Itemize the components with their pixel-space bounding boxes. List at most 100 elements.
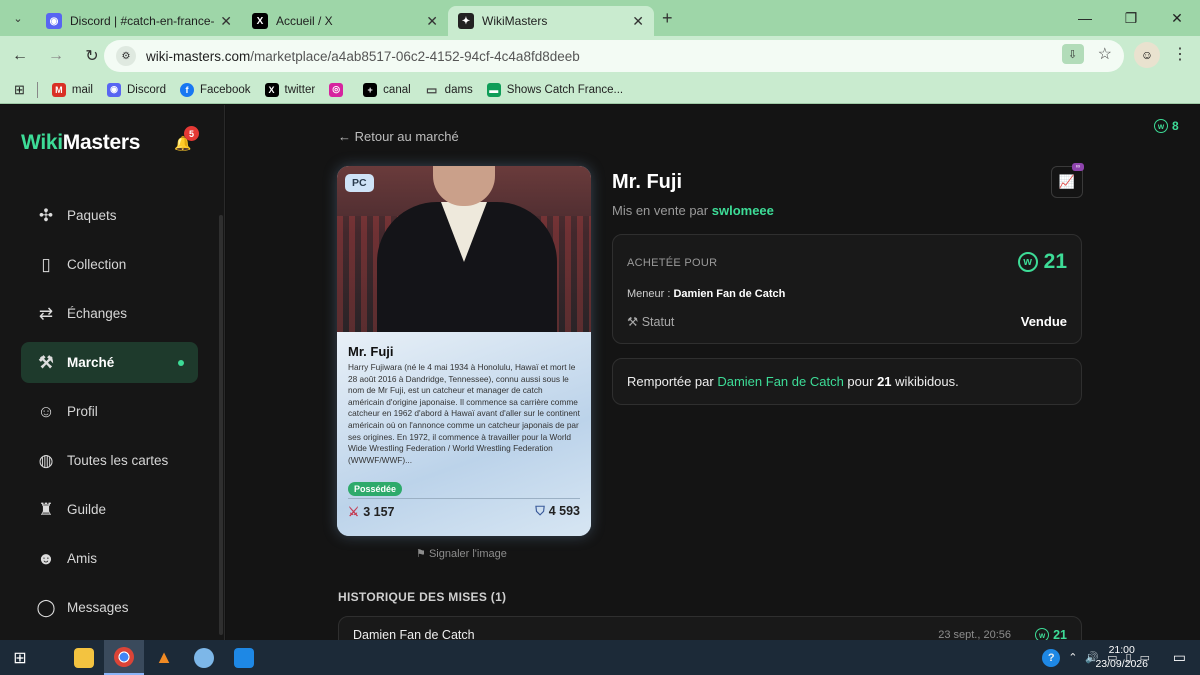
report-image-link[interactable]: ⚑ Signaler l'image: [416, 547, 507, 560]
menu-kebab-icon[interactable]: ⋮: [1172, 44, 1188, 64]
chrome-icon[interactable]: [104, 640, 144, 675]
forward-arrow-icon[interactable]: →: [40, 47, 72, 65]
site-info-icon[interactable]: ⚙: [116, 46, 136, 66]
back-arrow-icon[interactable]: ←: [4, 47, 36, 65]
tab-discord[interactable]: ◉ Discord | #catch-en-france-gene ✕: [36, 6, 242, 36]
chat-icon: ◯: [36, 597, 56, 617]
install-app-icon[interactable]: ⇩: [1061, 44, 1084, 64]
sidebar-item-messages[interactable]: ◯ Messages: [21, 587, 198, 628]
browser-toolbar: ← → ↻ ⚙ wiki-masters.com/marketplace/a4a…: [0, 36, 1200, 76]
sidebar-item-label: Paquets: [67, 208, 117, 223]
sidebar-item-guilde[interactable]: ♜ Guilde: [21, 489, 198, 530]
bookmark-facebook[interactable]: f Facebook: [179, 82, 251, 97]
store-icon[interactable]: [224, 640, 264, 675]
windows-start-icon[interactable]: ⊞: [0, 640, 40, 675]
tab-title: Accueil / X: [276, 14, 333, 28]
bookmark-shows[interactable]: ▬ Shows Catch France...: [486, 82, 623, 97]
bookmark-star-icon[interactable]: ☆: [1098, 44, 1112, 64]
meneur-line: Meneur : Damien Fan de Catch: [627, 288, 785, 300]
chevron-up-icon[interactable]: ⌃: [1068, 651, 1077, 664]
url-domain: wiki-masters.com: [146, 48, 251, 64]
winner-link[interactable]: Damien Fan de Catch: [717, 374, 843, 389]
close-window-button[interactable]: ✕: [1154, 10, 1200, 27]
instagram-icon: ◎: [329, 82, 344, 97]
castle-icon: ♜: [38, 499, 54, 519]
sidebar-item-amis[interactable]: ☻ Amis: [21, 538, 198, 579]
notifications-icon[interactable]: ▭: [1173, 649, 1186, 666]
seller-link[interactable]: swlomeee: [712, 203, 774, 218]
profile-avatar[interactable]: ☺: [1134, 42, 1160, 68]
sidebar-item-label: Messages: [67, 600, 129, 615]
address-bar[interactable]: ⚙ wiki-masters.com/marketplace/a4ab8517-…: [104, 40, 1124, 72]
sidebar-item-label: Échanges: [67, 306, 128, 321]
apps-grid-icon[interactable]: ⊞: [14, 82, 25, 98]
file-explorer-icon[interactable]: [64, 640, 104, 675]
help-icon[interactable]: ?: [1042, 648, 1061, 667]
defense-stat: ⛉ 4 593: [535, 504, 580, 519]
system-clock[interactable]: 21:00 23/09/2026: [1095, 643, 1148, 671]
bookmark-label: Discord: [127, 83, 166, 96]
bookmark-label: Facebook: [199, 83, 251, 96]
browser-tab-strip: ⌄ ◉ Discord | #catch-en-france-gene ✕ X …: [0, 0, 1200, 36]
sidebar-item-profil[interactable]: ☺ Profil: [21, 391, 198, 432]
app-logo[interactable]: WikiMasters: [21, 131, 140, 155]
statut-label: ⚒ Statut: [627, 314, 674, 329]
meneur-value: Damien Fan de Catch: [673, 288, 786, 300]
flag-icon: ⚑: [416, 548, 426, 560]
card-name: Mr. Fuji: [348, 344, 394, 359]
attack-value: 3 157: [363, 505, 395, 519]
sidebar-item-marche[interactable]: ⚒ Marché: [21, 342, 198, 383]
price-chart-button[interactable]: 📈 ∞: [1051, 163, 1084, 198]
bookmark-dams[interactable]: ▭ dams: [425, 83, 473, 97]
sidebar-item-paquets[interactable]: ✣ Paquets: [21, 195, 198, 236]
attack-stat: ⚔ 3 157: [348, 504, 395, 519]
logo-part2: Masters: [62, 131, 141, 154]
card-description: Harry Fujiwara (né le 4 mai 1934 à Honol…: [348, 362, 580, 465]
report-label: Signaler l'image: [428, 548, 507, 560]
facebook-icon: f: [179, 82, 194, 97]
close-icon[interactable]: ✕: [220, 13, 232, 30]
gavel-icon: ⚒: [627, 315, 639, 329]
won-suffix: wikibidous.: [895, 374, 959, 389]
tab-wikimasters[interactable]: ✦ WikiMasters ✕: [448, 6, 654, 36]
bought-label: ACHETÉE POUR: [627, 257, 718, 269]
meneur-label: Meneur :: [627, 288, 671, 300]
sidebar-scrollbar[interactable]: [219, 215, 223, 635]
bookmark-mail[interactable]: Mmail: [51, 82, 93, 97]
main-content: w8 ← Retour au marché PC Mr. Fuji Harry …: [226, 105, 1200, 656]
gavel-icon: ⚒: [38, 352, 54, 372]
sidebar-item-echanges[interactable]: ⇄ Échanges: [21, 293, 198, 334]
sidebar-item-label: Amis: [67, 551, 97, 566]
seller-prefix: Mis en vente par: [612, 203, 709, 218]
x-icon: X: [252, 13, 268, 29]
rarity-badge: PC: [345, 174, 374, 192]
minimize-button[interactable]: —: [1062, 10, 1108, 27]
coin-balance: w8: [1154, 119, 1179, 133]
bookmark-label: canal: [383, 83, 411, 96]
bookmark-twitter[interactable]: Xtwitter: [264, 82, 316, 97]
coin-icon: w: [1154, 119, 1168, 133]
wrestler-card[interactable]: PC Mr. Fuji Harry Fujiwara (né le 4 mai …: [337, 166, 591, 536]
bid-history-title: HISTORIQUE DES MISES (1): [338, 590, 507, 604]
sidebar-item-label: Guilde: [67, 502, 107, 517]
close-icon[interactable]: ✕: [426, 13, 438, 30]
photo-face: [433, 166, 495, 206]
bookmark-discord[interactable]: ◉ Discord: [107, 82, 166, 97]
windows-taskbar: ⊞ ▲ ? ⌃ 🔊 ▭ ▯ ▭ 21:00 23/09/2026 ▭: [0, 640, 1200, 675]
close-icon[interactable]: ✕: [632, 13, 644, 30]
sidebar-item-collection[interactable]: ▯ Collection: [21, 244, 198, 285]
paint-icon[interactable]: [184, 640, 224, 675]
bookmark-canal[interactable]: + canal: [363, 82, 411, 97]
bookmark-instagram[interactable]: ◎: [329, 82, 349, 97]
new-tab-button[interactable]: +: [662, 8, 673, 29]
sale-price: w 21: [1017, 250, 1067, 274]
back-link[interactable]: ← Retour au marché: [338, 129, 459, 144]
sidebar-item-toutes-les-cartes[interactable]: ◍ Toutes les cartes: [21, 440, 198, 481]
tab-search-icon[interactable]: ⌄: [0, 0, 36, 36]
discord-icon: ◉: [46, 13, 62, 29]
bookmark-label: twitter: [284, 83, 316, 96]
restore-button[interactable]: ❐: [1108, 10, 1154, 27]
vlc-icon[interactable]: ▲: [144, 640, 184, 675]
tab-x[interactable]: X Accueil / X ✕: [242, 6, 448, 36]
book-icon: ▯: [41, 254, 51, 274]
